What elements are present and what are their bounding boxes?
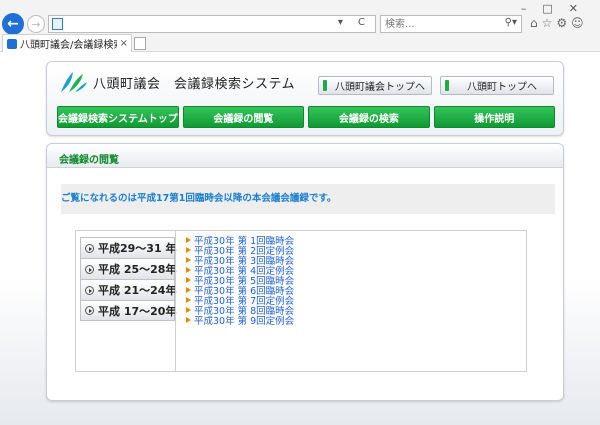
era-item[interactable]: 平成29～31 年 bbox=[80, 237, 177, 258]
meeting-link[interactable]: 平成30年 第 9回定例会 bbox=[186, 317, 515, 327]
page: 八頭町議会 会議録検索システム 八頭町議会トップへ 八頭町トップへ 会議録検索シ… bbox=[0, 53, 600, 425]
council-top-button[interactable]: 八頭町議会トップへ bbox=[318, 76, 432, 95]
address-tools[interactable]: ▾ C bbox=[338, 17, 371, 28]
play-circle-icon bbox=[85, 285, 94, 295]
page-icon bbox=[52, 18, 63, 30]
forward-button[interactable]: → bbox=[27, 15, 45, 33]
browse-box: 平成29～31 年 平成 25～28年 平成 21～24年 平成 17～20年 … bbox=[75, 230, 527, 372]
menu-help[interactable]: 操作説明 bbox=[433, 106, 556, 128]
search-icon[interactable]: ⚲▾ bbox=[505, 17, 517, 28]
main-menu: 会議録検索システムトップ 会議録の閲覧 会議録の検索 操作説明 bbox=[57, 106, 556, 128]
site-title: 八頭町議会 会議録検索システム bbox=[93, 77, 296, 92]
favicon-icon bbox=[7, 38, 17, 49]
maximize-icon[interactable]: □ bbox=[542, 2, 568, 15]
menu-search[interactable]: 会議録の検索 bbox=[308, 106, 430, 128]
era-item[interactable]: 平成 17～20年 bbox=[80, 300, 177, 321]
new-tab-button[interactable] bbox=[134, 37, 146, 50]
play-circle-icon bbox=[85, 264, 94, 274]
star-icon[interactable]: ☆ bbox=[542, 16, 557, 30]
browser-search-input[interactable] bbox=[381, 16, 491, 32]
arrow-left-icon: ← bbox=[7, 16, 19, 32]
era-item[interactable]: 平成 21～24年 bbox=[80, 279, 177, 300]
browser-search-box[interactable]: ⚲▾ bbox=[380, 15, 522, 33]
home-icon[interactable]: ⌂ bbox=[530, 16, 542, 30]
play-circle-icon bbox=[85, 306, 94, 315]
era-label: 平成 25～28年 bbox=[98, 263, 177, 276]
smiley-icon[interactable]: ☺ bbox=[571, 16, 588, 30]
era-label: 平成29～31 年 bbox=[98, 242, 177, 255]
browser-chrome: ← → ▾ C ⚲▾ ⌂☆⚙☺ –□✕ 八頭町議会/会議録検索シス... × bbox=[0, 0, 600, 52]
site-header: 八頭町議会 会議録検索システム 八頭町議会トップへ 八頭町トップへ 会議録検索シ… bbox=[46, 61, 564, 136]
window-controls: –□✕ bbox=[521, 2, 594, 15]
notice-text: ご覧になれるのは平成17第1回臨時会以降の本会議会議録です。 bbox=[61, 184, 555, 214]
gear-icon[interactable]: ⚙ bbox=[556, 16, 571, 30]
address-bar[interactable]: ▾ C bbox=[48, 15, 376, 33]
era-label: 平成 17～20年 bbox=[98, 304, 177, 318]
section-title: 会議録の閲覧 bbox=[47, 144, 563, 168]
play-circle-icon bbox=[85, 243, 94, 253]
tab-close-icon[interactable]: × bbox=[120, 38, 128, 49]
era-item[interactable]: 平成 25～28年 bbox=[80, 258, 177, 279]
minimize-icon[interactable]: – bbox=[521, 2, 543, 15]
back-button[interactable]: ← bbox=[2, 13, 24, 35]
tab-title: 八頭町議会/会議録検索シス... bbox=[20, 40, 117, 51]
toolbar-icons: ⌂☆⚙☺ bbox=[530, 16, 588, 30]
content-panel: 会議録の閲覧 ご覧になれるのは平成17第1回臨時会以降の本会議会議録です。 平成… bbox=[46, 143, 564, 401]
meeting-list: 平成30年 第 1回臨時会 平成30年 第 2回定例会 平成30年 第 3回臨時… bbox=[175, 231, 515, 371]
menu-browse[interactable]: 会議録の閲覧 bbox=[182, 106, 305, 128]
era-label: 平成 21～24年 bbox=[98, 284, 177, 297]
menu-system-top[interactable]: 会議録検索システムトップ bbox=[57, 106, 179, 128]
arrow-right-icon: → bbox=[31, 17, 41, 31]
browser-tab[interactable]: 八頭町議会/会議録検索シス... × bbox=[2, 34, 132, 52]
era-list: 平成29～31 年 平成 25～28年 平成 21～24年 平成 17～20年 bbox=[80, 237, 177, 321]
town-logo-icon bbox=[61, 72, 87, 92]
close-icon[interactable]: ✕ bbox=[569, 2, 594, 15]
town-top-button[interactable]: 八頭町トップへ bbox=[440, 76, 554, 95]
